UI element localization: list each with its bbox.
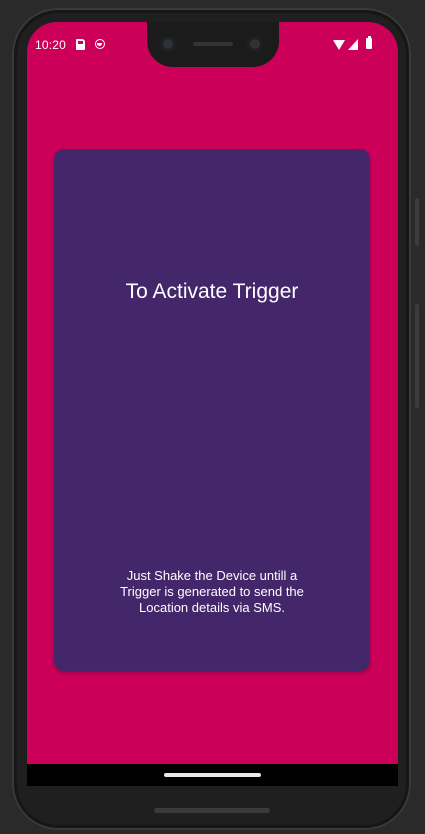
card-title: To Activate Trigger	[125, 280, 299, 303]
camera-notch	[147, 22, 279, 67]
front-camera-icon	[247, 36, 263, 52]
power-button[interactable]	[415, 198, 419, 246]
home-gesture-handle[interactable]	[164, 773, 261, 777]
card-description: Just Shake the Device untill a Trigger i…	[120, 568, 304, 615]
navigation-bar	[27, 764, 398, 786]
status-bar: 10:20	[27, 22, 398, 68]
cellular-signal-icon	[348, 39, 358, 50]
front-camera-icon	[160, 36, 176, 52]
emoji-icon	[95, 39, 105, 49]
device-frame: 10:20 To Activate Trigger Just Shake the…	[0, 0, 425, 834]
wifi-icon	[333, 40, 345, 50]
bottom-speaker-grille	[154, 808, 270, 813]
earpiece-speaker	[193, 42, 233, 46]
status-time: 10:20	[35, 38, 67, 52]
volume-button[interactable]	[415, 304, 419, 408]
trigger-card[interactable]: To Activate Trigger Just Shake the Devic…	[54, 149, 370, 671]
sd-card-icon	[76, 39, 85, 50]
app-screen: 10:20 To Activate Trigger Just Shake the…	[27, 22, 398, 786]
battery-icon	[366, 36, 372, 49]
